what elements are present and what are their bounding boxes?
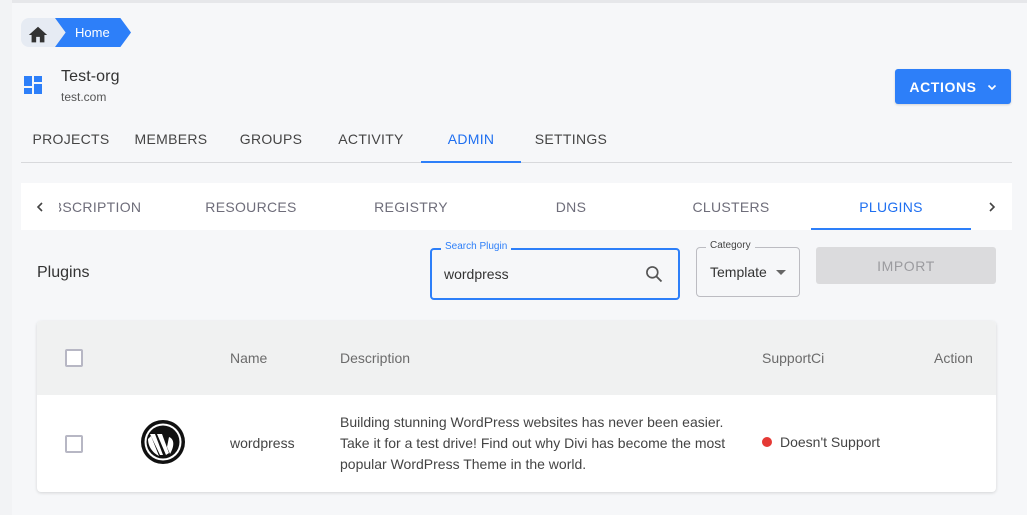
table-header: Name Description SupportCi Action (37, 321, 996, 395)
select-all-checkbox[interactable] (65, 349, 83, 367)
subtab-plugins[interactable]: PLUGINS (811, 183, 971, 230)
category-label: Category (706, 240, 755, 251)
subtab-resources[interactable]: RESOURCES (171, 183, 331, 230)
dashboard-icon (24, 76, 42, 94)
support-status: Doesn't Support (762, 434, 880, 450)
row-checkbox[interactable] (65, 435, 83, 453)
search-icon[interactable] (644, 264, 664, 284)
top-border (0, 0, 1027, 3)
org-name: Test-org (61, 68, 120, 85)
status-dot-icon (762, 437, 772, 447)
import-button[interactable]: IMPORT (816, 247, 996, 284)
breadcrumb: Home (21, 18, 131, 47)
subtab-dns[interactable]: DNS (491, 183, 651, 230)
table-row: wordpress Building stunning WordPress we… (37, 395, 996, 492)
org-header: Test-org test.com (24, 68, 120, 104)
tab-members[interactable]: MEMBERS (121, 115, 221, 162)
column-name[interactable]: Name (230, 350, 267, 366)
plugins-title: Plugins (37, 264, 90, 281)
org-domain: test.com (61, 90, 107, 104)
chevron-down-icon (987, 84, 996, 90)
category-value: Template (710, 264, 767, 280)
plugin-description: Building stunning WordPress websites has… (340, 414, 726, 472)
left-edge (0, 0, 12, 515)
wordpress-logo-icon (141, 420, 185, 464)
subtab-registry[interactable]: REGISTRY (331, 183, 491, 230)
tab-activity[interactable]: ACTIVITY (321, 115, 421, 162)
plugins-table: Name Description SupportCi Action wordpr… (37, 321, 996, 492)
main-tabs: PROJECTS MEMBERS GROUPS ACTIVITY ADMIN S… (21, 115, 1012, 163)
search-plugin-field[interactable]: Search Plugin (430, 241, 680, 300)
actions-button[interactable]: ACTIONS (895, 69, 1011, 104)
tab-groups[interactable]: GROUPS (221, 115, 321, 162)
support-status-label: Doesn't Support (780, 434, 880, 450)
tab-admin[interactable]: ADMIN (421, 115, 521, 163)
actions-label: ACTIONS (909, 78, 977, 95)
breadcrumb-current[interactable]: Home (55, 18, 131, 47)
category-select[interactable]: Category Template (696, 240, 800, 297)
column-action: Action (934, 350, 973, 366)
home-icon (28, 26, 48, 43)
dropdown-caret-icon (776, 270, 786, 275)
chevron-left-icon (36, 201, 43, 212)
subtab-clusters[interactable]: CLUSTERS (651, 183, 811, 230)
column-support[interactable]: SupportCi (762, 350, 824, 366)
plugin-name[interactable]: wordpress (230, 435, 295, 451)
column-description[interactable]: Description (340, 350, 410, 366)
scroll-left-button[interactable] (21, 183, 59, 230)
scroll-right-button[interactable] (972, 183, 1012, 230)
chevron-right-icon (989, 201, 996, 212)
tab-settings[interactable]: SETTINGS (521, 115, 621, 162)
search-plugin-input[interactable] (444, 264, 634, 284)
search-plugin-label: Search Plugin (441, 241, 512, 252)
admin-sub-tabs: SUBSCRIPTION RESOURCES REGISTRY DNS CLUS… (21, 183, 1012, 230)
tab-projects[interactable]: PROJECTS (21, 115, 121, 162)
